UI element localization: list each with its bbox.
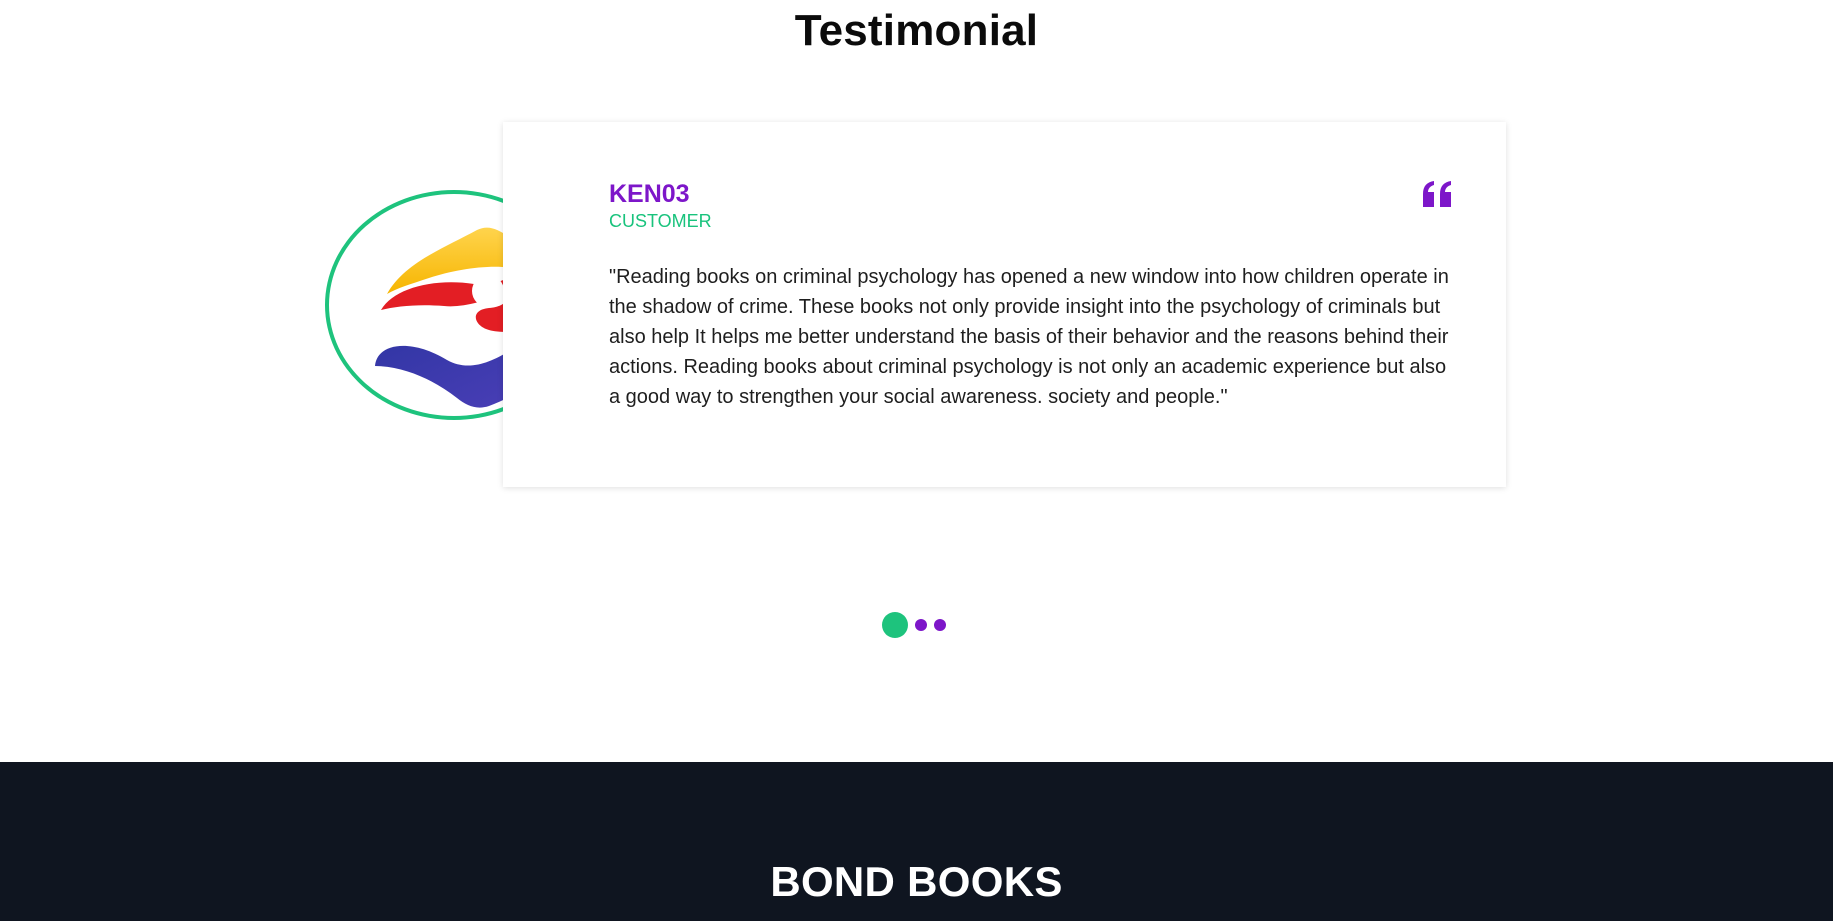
testimonial-quote: "Reading books on criminal psychology ha… [609, 266, 1449, 408]
carousel-dot-2[interactable] [915, 619, 927, 631]
footer-title: BOND BOOKS [770, 858, 1063, 905]
carousel-dot-1[interactable] [882, 612, 908, 638]
carousel-dot-3[interactable] [934, 619, 946, 631]
footer: BOND BOOKS [0, 762, 1833, 921]
testimonial-card: KEN03 CUSTOMER "Reading books on crimina… [503, 122, 1506, 487]
carousel-dots [882, 612, 946, 638]
section-title: Testimonial [794, 6, 1039, 55]
author-role: CUSTOMER [609, 211, 712, 231]
quote-icon [1423, 181, 1451, 207]
author-name: KEN03 [609, 180, 690, 208]
